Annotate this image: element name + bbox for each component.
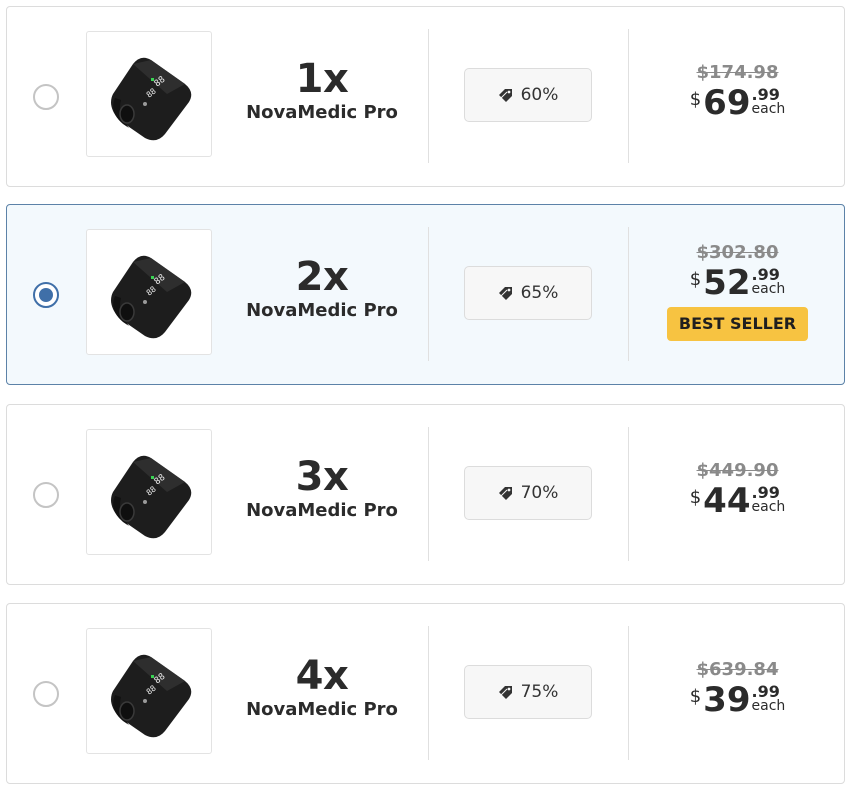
current-price: $ 44 .99 each bbox=[690, 483, 786, 519]
product-name: NovaMedic Pro bbox=[246, 699, 398, 720]
quantity-label: 3x bbox=[295, 454, 349, 500]
discount-percent: 70% bbox=[520, 483, 559, 503]
price-cents: .99 bbox=[751, 483, 780, 502]
price-dollars: 52 bbox=[703, 263, 751, 303]
price-cents: .99 bbox=[751, 682, 780, 701]
price-cents: .99 bbox=[751, 265, 780, 284]
price-unit: each bbox=[751, 698, 786, 714]
current-price: $ 52 .99 each bbox=[690, 265, 786, 301]
discount-percent: 65% bbox=[520, 283, 559, 303]
price-unit: each bbox=[751, 101, 786, 117]
radio-dot bbox=[39, 287, 53, 302]
divider bbox=[428, 227, 429, 361]
product-name: NovaMedic Pro bbox=[246, 300, 398, 321]
currency-symbol: $ bbox=[689, 89, 702, 110]
original-price: $639.84 bbox=[696, 659, 779, 680]
discount-pill: 75% bbox=[464, 665, 592, 719]
price-block: $302.80 $ 52 .99 each BEST SELLER bbox=[629, 243, 846, 341]
price-unit: each bbox=[751, 281, 786, 297]
price-block: $639.84 $ 39 .99 each bbox=[629, 659, 846, 719]
divider bbox=[428, 626, 429, 760]
best-seller-badge: BEST SELLER bbox=[666, 307, 809, 341]
quantity-label: 2x bbox=[295, 254, 349, 300]
divider bbox=[428, 427, 429, 561]
price-dollars: 44 bbox=[703, 481, 751, 521]
original-price: $302.80 bbox=[696, 242, 779, 263]
currency-symbol: $ bbox=[689, 686, 702, 707]
product-image: 88 88 bbox=[86, 229, 212, 355]
original-price: $449.90 bbox=[696, 460, 779, 481]
radio-button[interactable] bbox=[33, 83, 59, 110]
bundle-option-1[interactable]: 88 88 1x NovaMedic Pro 60% $174.98 $ 69 … bbox=[6, 6, 845, 187]
quantity-block: 4x NovaMedic Pro bbox=[222, 654, 422, 722]
bundle-option-2[interactable]: 88 88 2x NovaMedic Pro 65% $302.80 $ 52 … bbox=[6, 204, 845, 385]
quantity-block: 3x NovaMedic Pro bbox=[222, 455, 422, 523]
bundle-option-4[interactable]: 88 88 4x NovaMedic Pro 75% $639.84 $ 39 … bbox=[6, 603, 845, 784]
bundle-option-3[interactable]: 88 88 3x NovaMedic Pro 70% $449.90 $ 44 … bbox=[6, 404, 845, 585]
product-name: NovaMedic Pro bbox=[246, 102, 398, 123]
original-price: $174.98 bbox=[696, 62, 779, 83]
quantity-block: 1x NovaMedic Pro bbox=[222, 57, 422, 125]
divider bbox=[428, 29, 429, 163]
product-image: 88 88 bbox=[86, 429, 212, 555]
discount-pill: 60% bbox=[464, 68, 592, 122]
blood-pressure-monitor-icon: 88 88 bbox=[111, 455, 192, 539]
current-price: $ 69 .99 each bbox=[690, 85, 786, 121]
price-tag-icon bbox=[498, 686, 512, 699]
price-dollars: 69 bbox=[703, 83, 751, 123]
price-cents: .99 bbox=[751, 85, 780, 104]
currency-symbol: $ bbox=[689, 487, 702, 508]
price-block: $174.98 $ 69 .99 each bbox=[629, 62, 846, 122]
discount-percent: 75% bbox=[520, 682, 559, 702]
current-price: $ 39 .99 each bbox=[690, 682, 786, 718]
radio-button[interactable] bbox=[33, 680, 59, 707]
radio-button[interactable] bbox=[33, 481, 59, 508]
product-name: NovaMedic Pro bbox=[246, 500, 398, 521]
price-tag-icon bbox=[498, 89, 512, 102]
product-image: 88 88 bbox=[86, 628, 212, 754]
discount-pill: 65% bbox=[464, 266, 592, 320]
price-tag-icon bbox=[498, 287, 512, 300]
price-unit: each bbox=[751, 499, 786, 515]
price-dollars: 39 bbox=[703, 680, 751, 720]
blood-pressure-monitor-icon: 88 88 bbox=[111, 255, 192, 339]
product-image: 88 88 bbox=[86, 31, 212, 157]
radio-button[interactable] bbox=[33, 281, 59, 308]
price-block: $449.90 $ 44 .99 each bbox=[629, 460, 846, 520]
discount-percent: 60% bbox=[520, 85, 559, 105]
bundle-options: 88 88 1x NovaMedic Pro 60% $174.98 $ 69 … bbox=[0, 0, 853, 793]
quantity-block: 2x NovaMedic Pro bbox=[222, 255, 422, 323]
quantity-label: 1x bbox=[295, 56, 349, 102]
price-tag-icon bbox=[498, 487, 512, 500]
quantity-label: 4x bbox=[295, 653, 349, 699]
discount-pill: 70% bbox=[464, 466, 592, 520]
blood-pressure-monitor-icon: 88 88 bbox=[111, 57, 192, 141]
currency-symbol: $ bbox=[689, 269, 702, 290]
blood-pressure-monitor-icon: 88 88 bbox=[111, 654, 192, 738]
